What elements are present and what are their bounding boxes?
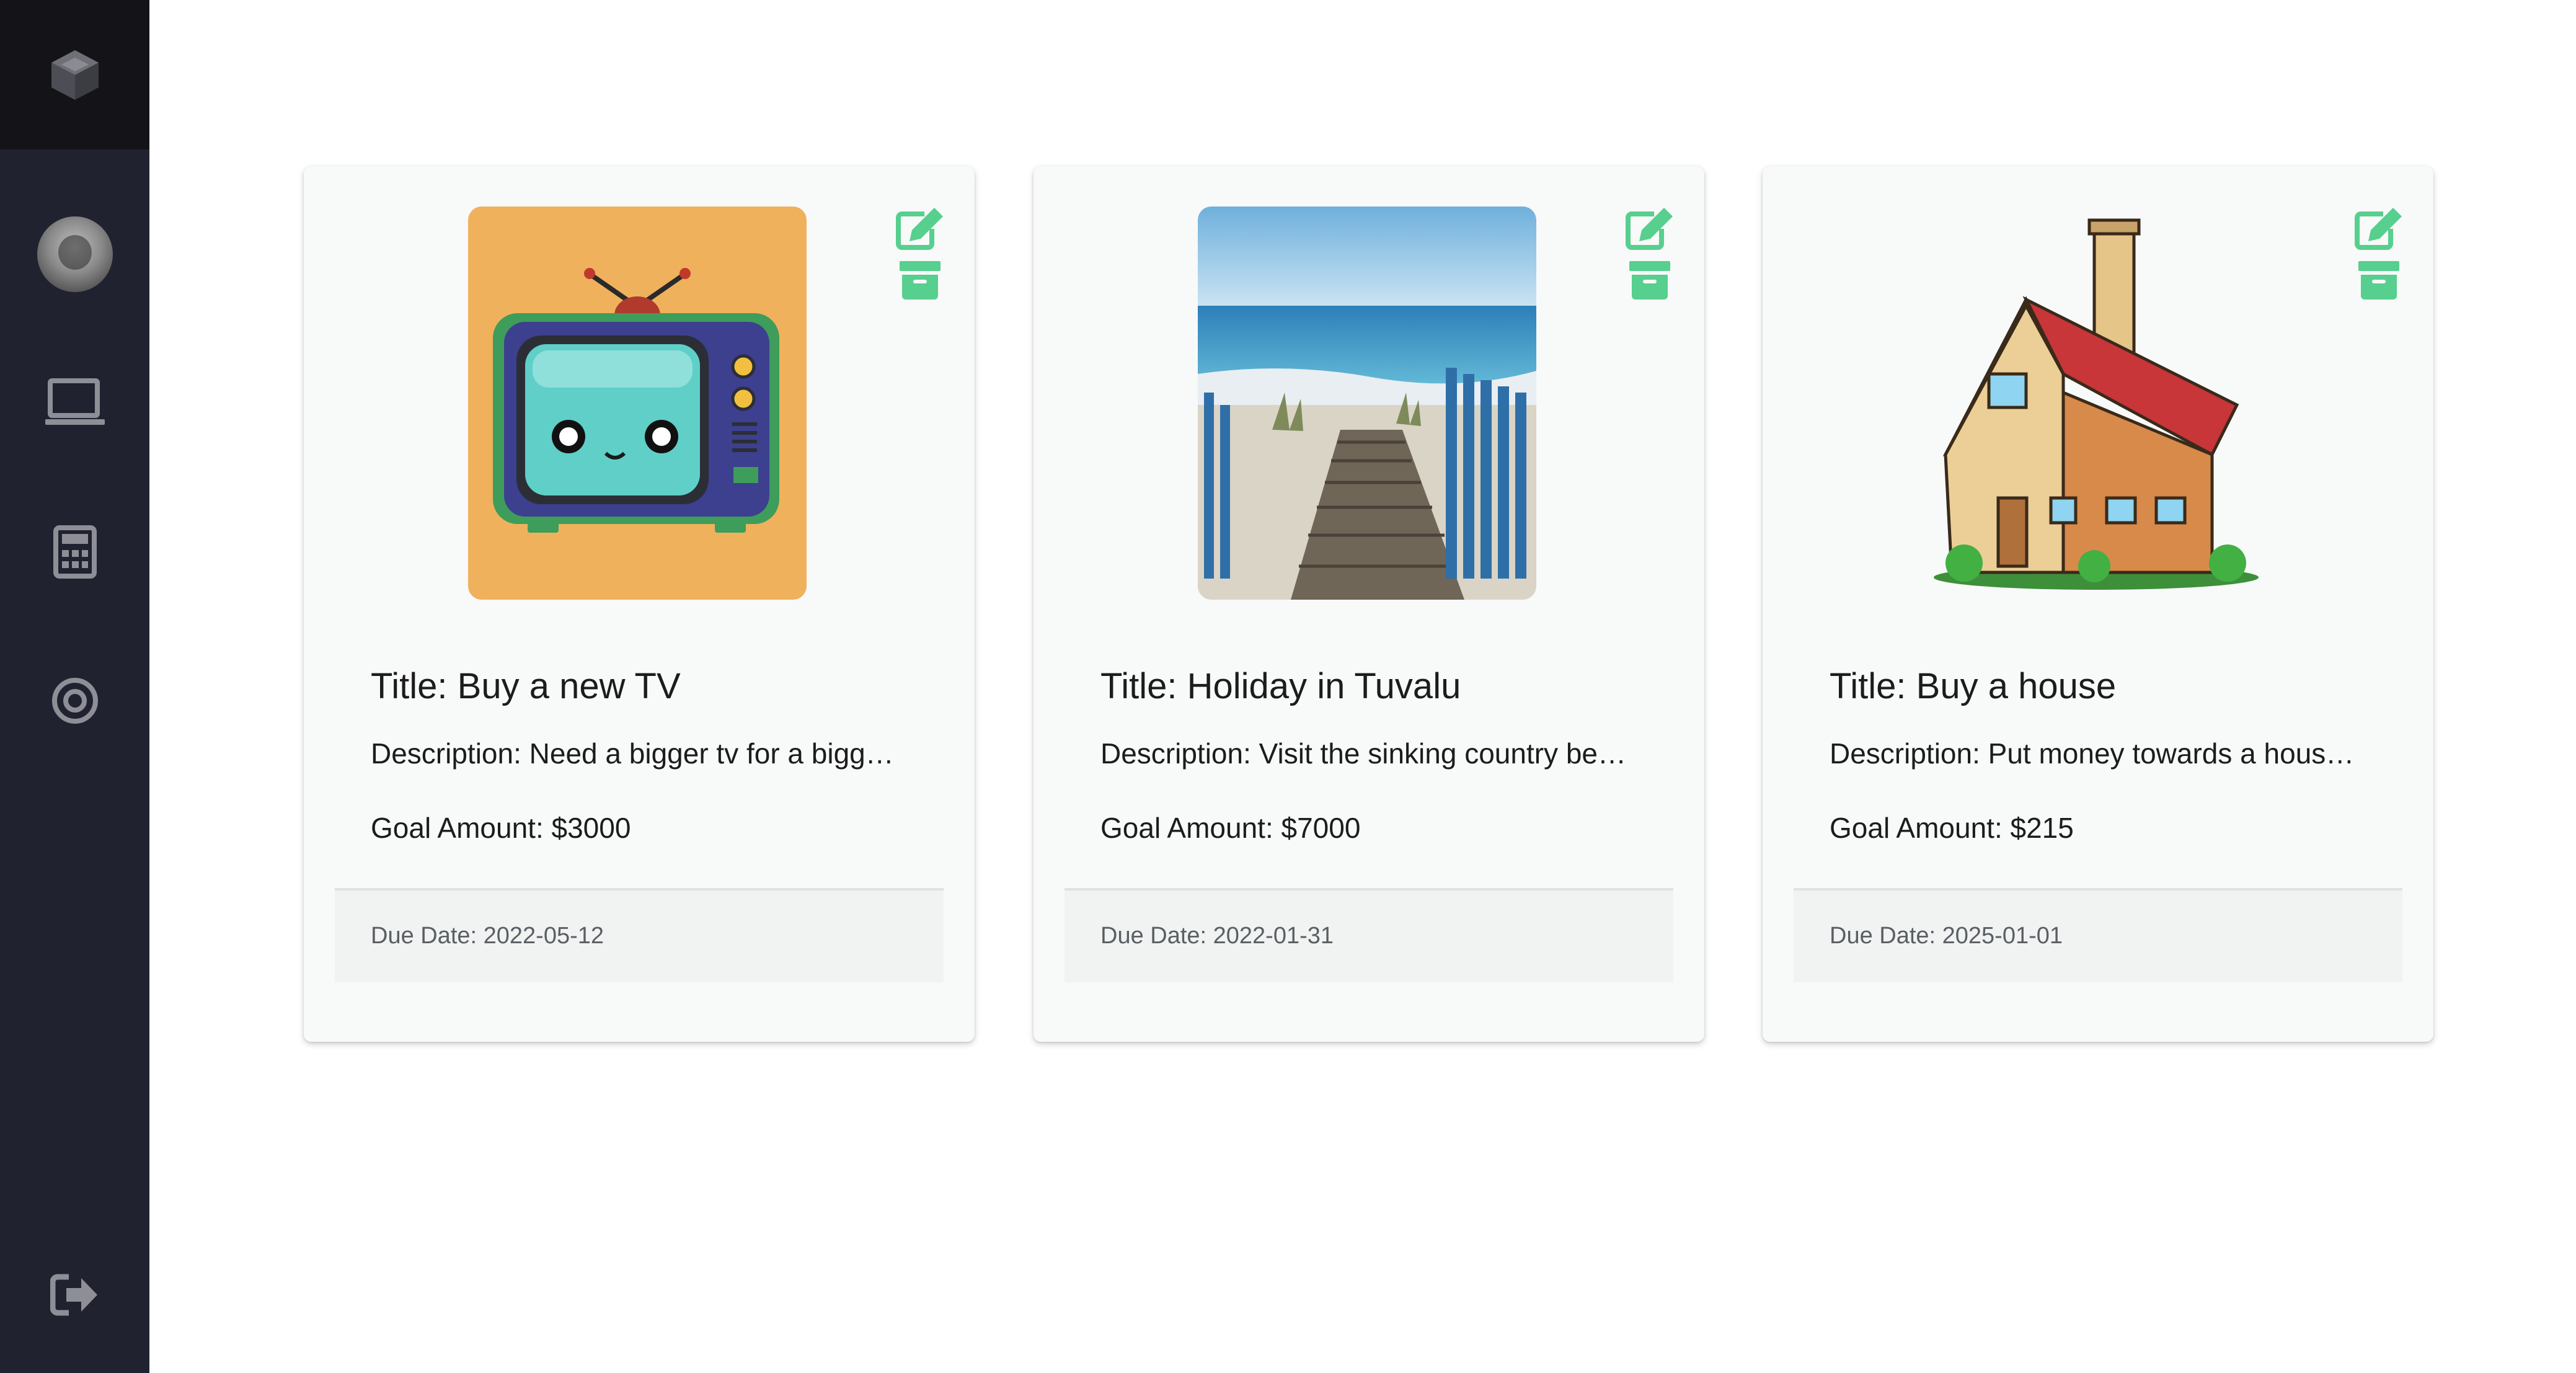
card-actions bbox=[895, 207, 945, 302]
edit-goal-button[interactable] bbox=[2354, 207, 2404, 250]
card-actions bbox=[1625, 207, 1675, 302]
archive-icon bbox=[900, 261, 941, 300]
calculator-icon bbox=[53, 525, 97, 579]
due-date: Due Date: 2022-05-12 bbox=[371, 923, 604, 949]
sidebar-item-calculator[interactable] bbox=[0, 502, 149, 602]
sidebar-item-goals[interactable] bbox=[0, 651, 149, 750]
goal-card: Title: Buy a house Description: Put mone… bbox=[1763, 166, 2433, 1042]
goal-description: Description: Put money towards a house d… bbox=[1830, 737, 2363, 770]
due-date: Due Date: 2025-01-01 bbox=[1830, 923, 2063, 949]
archive-goal-button[interactable] bbox=[895, 259, 945, 302]
goal-image-beach bbox=[1198, 207, 1536, 600]
archive-goal-button[interactable] bbox=[1625, 259, 1675, 302]
edit-goal-button[interactable] bbox=[895, 207, 945, 250]
goal-title: Title: Buy a new TV bbox=[371, 666, 681, 706]
sidebar-item-dashboard[interactable] bbox=[0, 353, 149, 453]
card-footer: Due Date: 2022-01-31 bbox=[1064, 888, 1673, 982]
card-footer: Due Date: 2022-05-12 bbox=[335, 888, 944, 982]
due-date: Due Date: 2022-01-31 bbox=[1100, 923, 1334, 949]
archive-icon bbox=[2358, 261, 2399, 300]
goal-description: Description: Need a bigger tv for a bigg… bbox=[371, 737, 904, 770]
goal-amount: Goal Amount: $215 bbox=[1830, 812, 2074, 844]
goal-card: Title: Buy a new TV Description: Need a … bbox=[304, 166, 975, 1042]
goal-image-house bbox=[1927, 207, 2265, 600]
app-logo[interactable] bbox=[0, 0, 149, 149]
logout-button[interactable] bbox=[0, 1245, 149, 1344]
archive-icon bbox=[1629, 261, 1670, 300]
edit-goal-button[interactable] bbox=[1625, 207, 1675, 250]
card-actions bbox=[2354, 207, 2404, 302]
avatar bbox=[37, 216, 113, 292]
goal-amount: Goal Amount: $7000 bbox=[1100, 812, 1361, 844]
monitor-icon bbox=[45, 378, 105, 425]
card-footer: Due Date: 2025-01-01 bbox=[1794, 888, 2402, 982]
target-icon bbox=[51, 678, 98, 724]
goal-title: Title: Buy a house bbox=[1830, 666, 2117, 706]
cube-logo-icon bbox=[51, 50, 99, 100]
edit-icon bbox=[1626, 208, 1673, 250]
archive-goal-button[interactable] bbox=[2354, 259, 2404, 302]
logout-icon bbox=[50, 1274, 97, 1316]
goal-description: Description: Visit the sinking country b… bbox=[1100, 737, 1634, 770]
goal-card: Title: Holiday in Tuvalu Description: Vi… bbox=[1033, 166, 1704, 1042]
goal-amount: Goal Amount: $3000 bbox=[371, 812, 631, 844]
goal-title: Title: Holiday in Tuvalu bbox=[1100, 666, 1461, 706]
sidebar-item-profile[interactable] bbox=[0, 205, 149, 304]
goal-image-tv bbox=[468, 207, 807, 600]
edit-icon bbox=[2355, 208, 2402, 250]
sidebar bbox=[0, 0, 149, 1373]
edit-icon bbox=[896, 208, 943, 250]
